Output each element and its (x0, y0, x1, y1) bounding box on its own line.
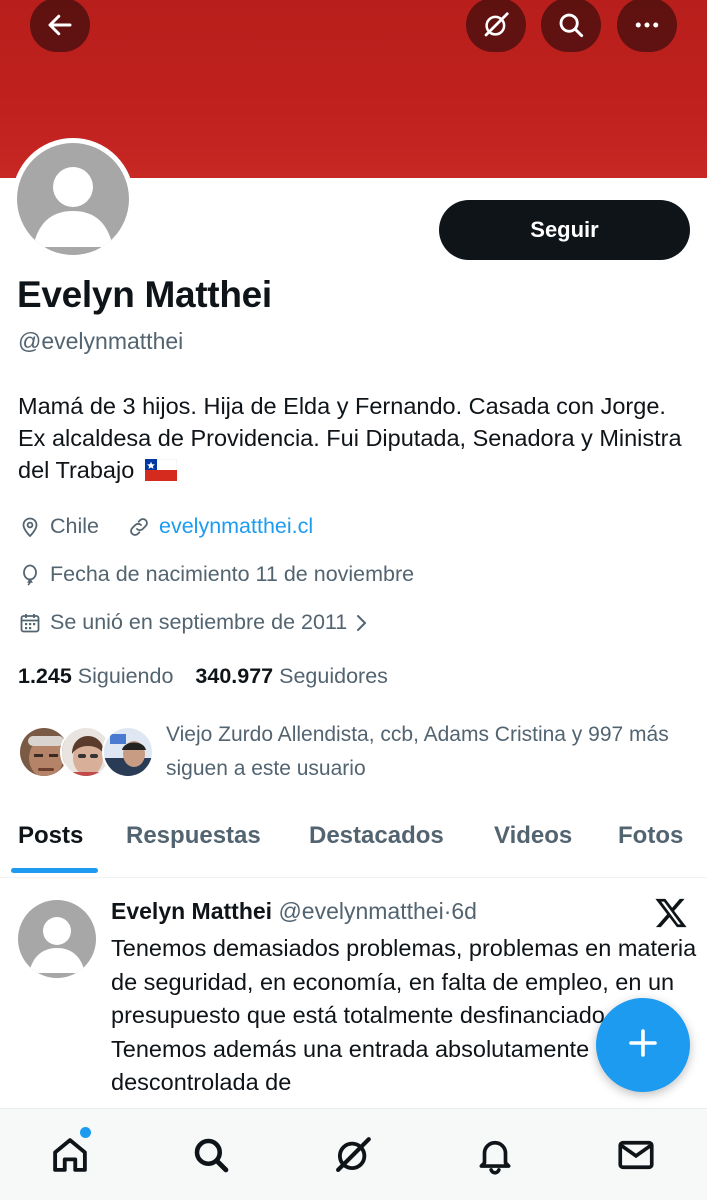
nav-home[interactable] (48, 1135, 92, 1179)
post-header: Evelyn Matthei @evelynmatthei·6d (111, 898, 477, 925)
grok-icon (481, 10, 511, 40)
follower-avatar (102, 726, 154, 778)
profile-meta-birthday: Fecha de nacimiento 11 de noviembre (18, 562, 414, 587)
more-horizontal-icon (632, 10, 662, 40)
active-tab-indicator (11, 868, 98, 873)
follow-stats: 1.245 Siguiendo 340.977 Seguidores (18, 664, 388, 689)
followers-count: 340.977 (195, 664, 274, 688)
compose-post-button[interactable] (596, 998, 690, 1092)
known-followers-text: Viejo Zurdo Allendista, ccb, Adams Crist… (166, 723, 669, 780)
x-logo-icon (654, 897, 688, 934)
chile-flag-icon (144, 457, 178, 489)
more-button[interactable] (617, 0, 677, 52)
profile-meta-location-website: Chile evelynmatthei.cl (18, 514, 313, 539)
plus-icon (625, 1025, 661, 1066)
bottom-navigation (0, 1108, 707, 1200)
known-followers[interactable]: Viejo Zurdo Allendista, ccb, Adams Crist… (18, 716, 698, 786)
search-icon (190, 1134, 232, 1181)
back-button[interactable] (30, 0, 90, 52)
home-icon (49, 1134, 91, 1181)
arrow-left-icon (45, 10, 75, 40)
tab-destacados[interactable]: Destacados (309, 822, 444, 850)
followers-link[interactable]: 340.977 Seguidores (195, 664, 387, 688)
location-icon (18, 515, 42, 539)
tab-fotos[interactable]: Fotos (618, 822, 683, 850)
nav-grok[interactable] (331, 1135, 375, 1179)
profile-tabs: Posts Respuestas Destacados Videos Fotos (0, 806, 707, 878)
following-link[interactable]: 1.245 Siguiendo (18, 664, 173, 688)
post-time[interactable]: 6d (451, 898, 477, 924)
follow-button[interactable]: Seguir (439, 200, 690, 260)
nav-search[interactable] (189, 1135, 233, 1179)
profile-bio: Mamá de 3 hijos. Hija de Elda y Fernando… (18, 390, 698, 489)
profile-avatar[interactable] (12, 138, 134, 260)
home-notification-dot (80, 1127, 91, 1138)
tab-videos[interactable]: Videos (494, 822, 572, 850)
grok-button[interactable] (466, 0, 526, 52)
bio-text: Mamá de 3 hijos. Hija de Elda y Fernando… (18, 393, 682, 483)
chevron-right-icon (355, 612, 369, 634)
search-button[interactable] (541, 0, 601, 52)
messages-icon (615, 1134, 657, 1181)
balloon-icon (18, 563, 42, 587)
nav-messages[interactable] (614, 1135, 658, 1179)
profile-joined: Se unió en septiembre de 2011 (50, 610, 348, 634)
profile-handle: @evelynmatthei (18, 328, 184, 354)
followers-label: Seguidores (279, 664, 388, 688)
following-count: 1.245 (18, 664, 72, 688)
profile-website-link[interactable]: evelynmatthei.cl (159, 514, 313, 539)
post-avatar[interactable] (18, 900, 96, 978)
default-avatar-icon (29, 917, 85, 973)
calendar-icon (18, 611, 42, 635)
profile-name: Evelyn Matthei (17, 274, 272, 315)
post-author[interactable]: Evelyn Matthei (111, 898, 272, 924)
nav-notifications[interactable] (473, 1135, 517, 1179)
grok-icon (332, 1134, 374, 1181)
tab-respuestas[interactable]: Respuestas (126, 822, 261, 850)
tab-posts[interactable]: Posts (18, 822, 83, 850)
link-icon (127, 515, 151, 539)
profile-location: Chile (50, 514, 99, 538)
post-handle[interactable]: @evelynmatthei (278, 898, 443, 924)
default-avatar-icon (33, 167, 113, 247)
profile-birthday: Fecha de nacimiento 11 de noviembre (50, 562, 415, 586)
following-label: Siguiendo (77, 664, 174, 688)
search-icon (556, 10, 586, 40)
notifications-icon (474, 1134, 516, 1181)
profile-meta-joined[interactable]: Se unió en septiembre de 2011 (18, 610, 377, 635)
